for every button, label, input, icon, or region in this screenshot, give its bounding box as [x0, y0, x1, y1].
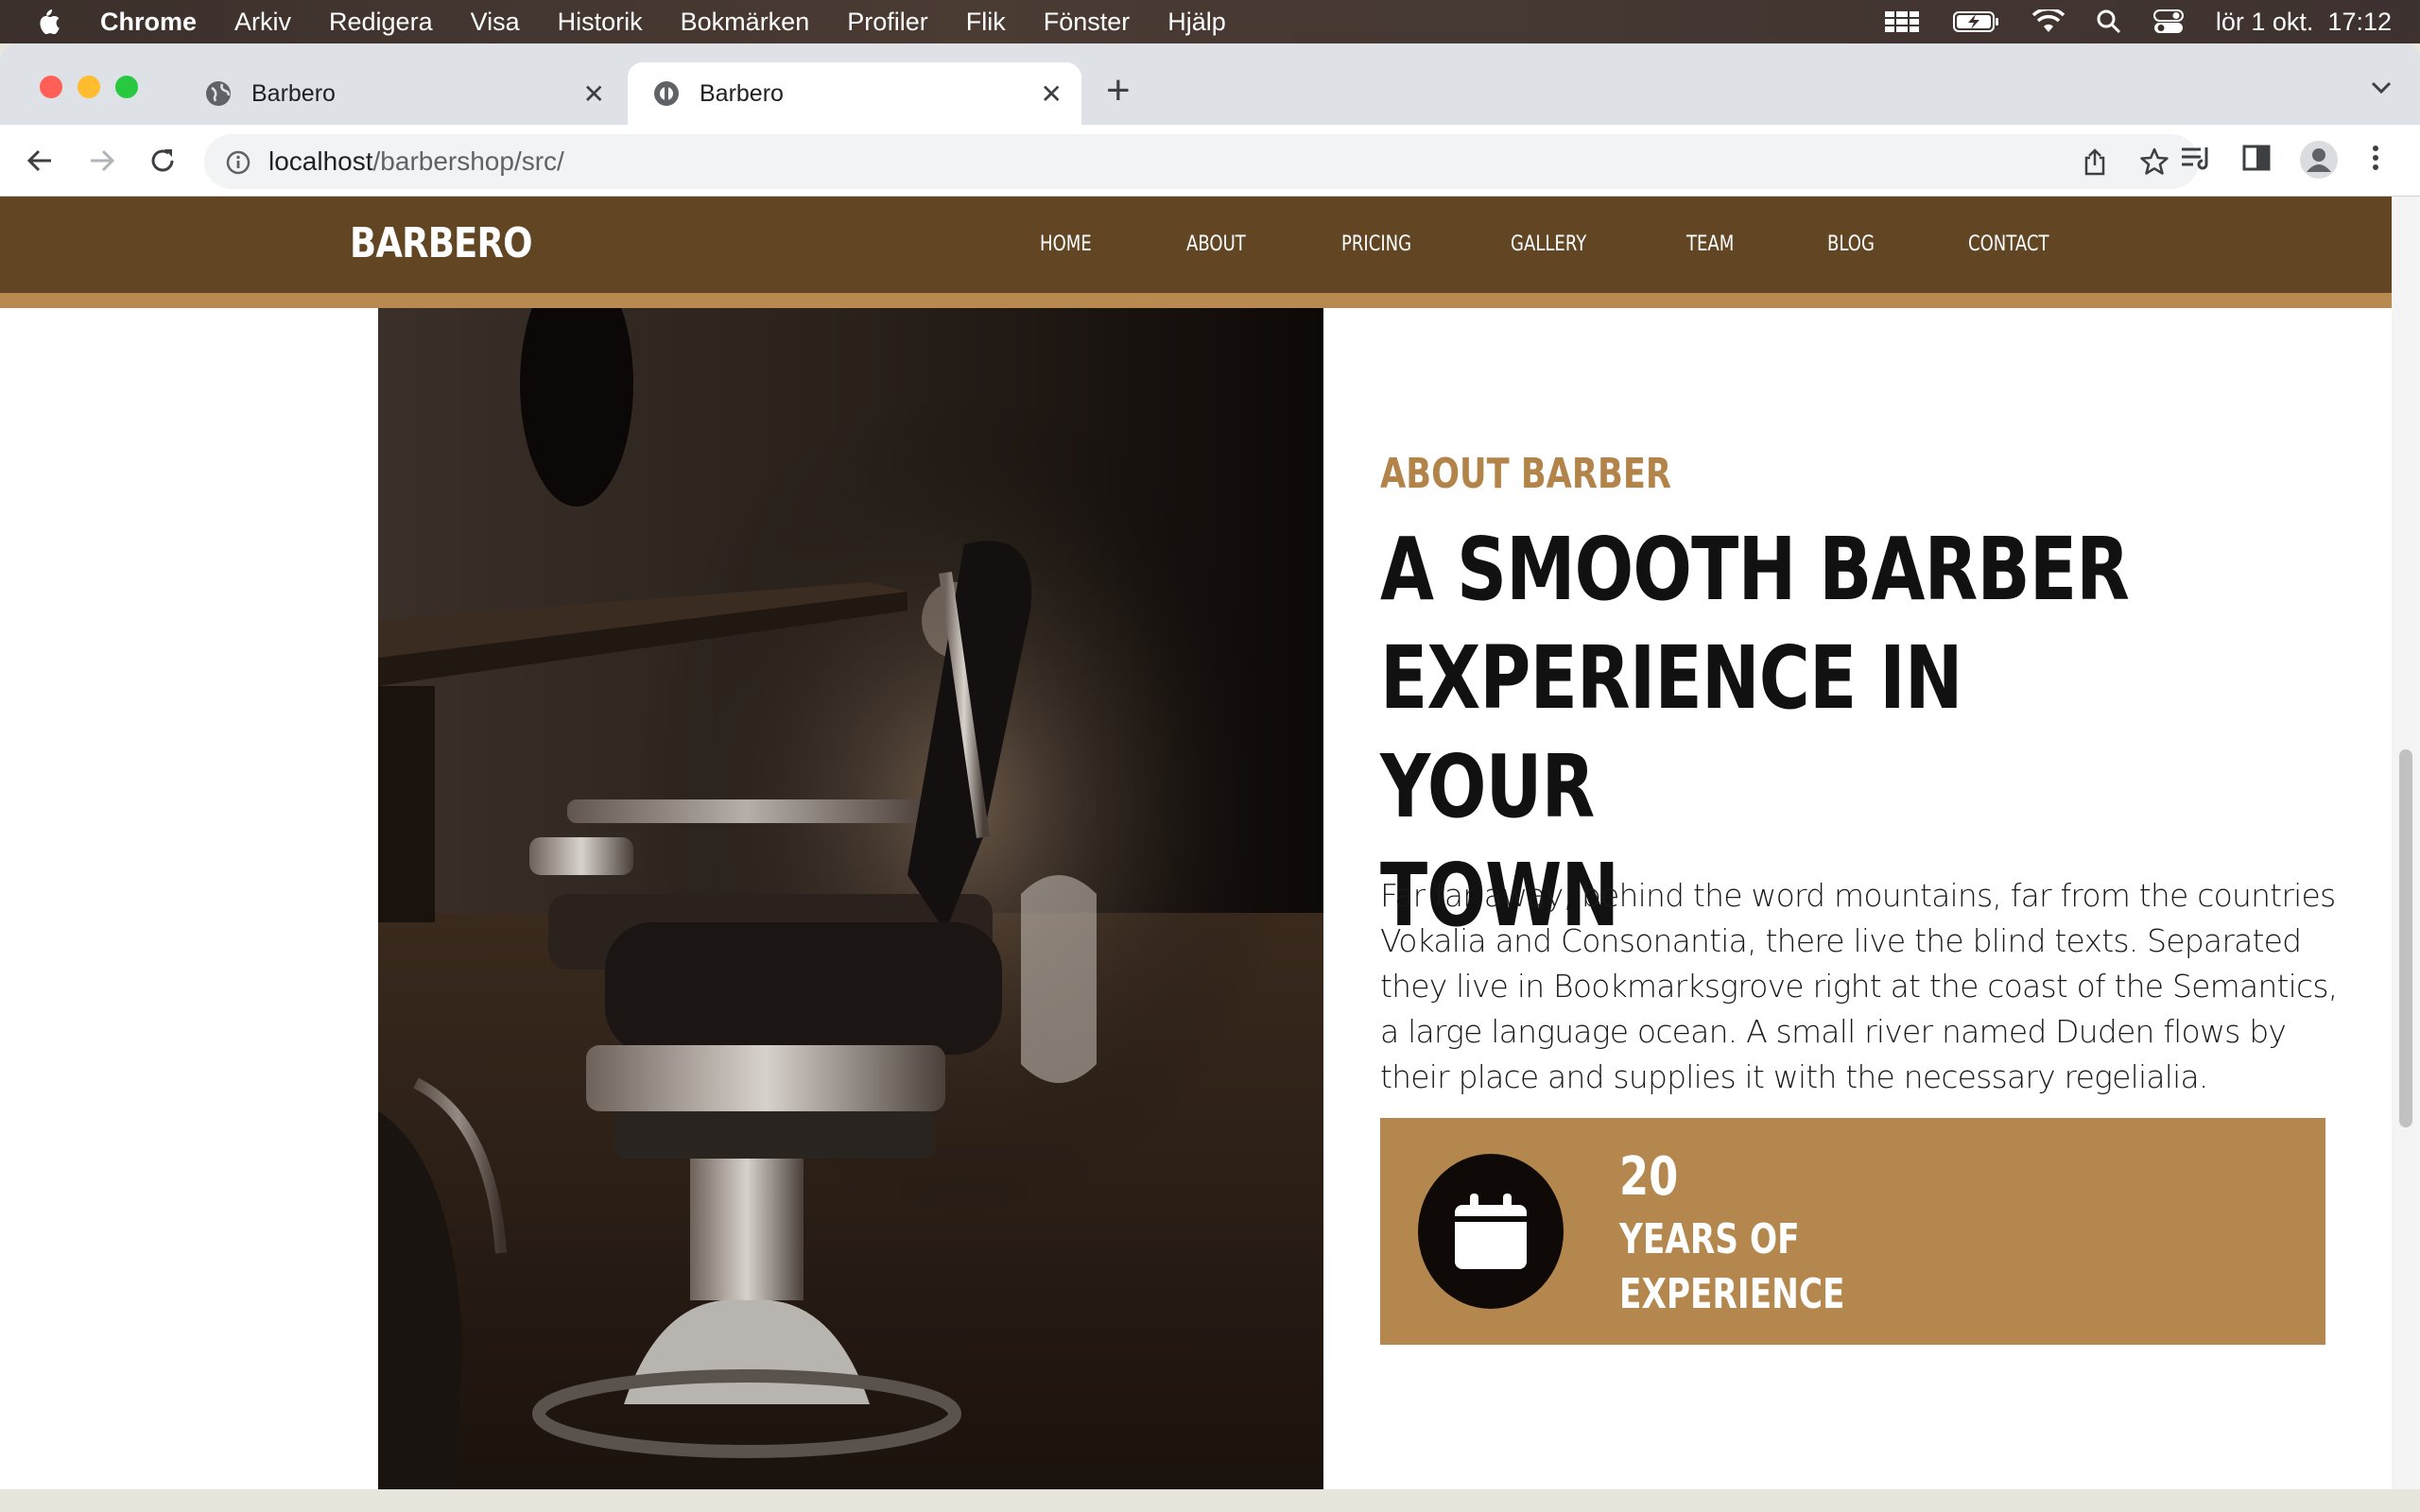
window-minimize-button[interactable] — [78, 76, 100, 98]
forward-arrow-icon[interactable] — [87, 146, 117, 180]
spotlight-search-icon[interactable] — [2097, 9, 2121, 34]
url-host: localhost — [268, 146, 373, 176]
nav-gallery[interactable]: GALLERY — [1511, 232, 1586, 256]
stat-label-line: YEARS OF — [1619, 1215, 1800, 1263]
barber-favicon-icon — [654, 81, 679, 106]
site-nav-links: HOME ABOUT PRICING GALLERY TEAM BLOG CON… — [1040, 232, 2150, 256]
macos-menu-bar: Chrome Arkiv Redigera Visa Historik Bokm… — [0, 0, 2420, 43]
browser-toolbar: localhost/barbershop/src/ — [0, 125, 2420, 197]
menu-profiler[interactable]: Profiler — [847, 8, 928, 37]
stat-number: 20 — [1619, 1146, 1679, 1208]
nav-pricing[interactable]: PRICING — [1341, 232, 1411, 256]
menu-redigera[interactable]: Redigera — [329, 8, 433, 37]
paragraph-line: Far far away, behind the word mountains,… — [1380, 877, 2336, 914]
tab-title: Barbero — [700, 79, 784, 107]
nav-contact[interactable]: CONTACT — [1968, 232, 2049, 256]
url-path: /barbershop/src/ — [372, 146, 564, 176]
profile-avatar-icon[interactable] — [2299, 140, 2339, 184]
battery-icon[interactable] — [1952, 10, 2000, 33]
nav-home[interactable]: HOME — [1040, 232, 1092, 256]
wifi-icon[interactable] — [2031, 9, 2065, 34]
reload-icon[interactable] — [147, 146, 178, 180]
calendar-icon-circle — [1418, 1154, 1564, 1309]
paragraph-line: a large language ocean. A small river na… — [1380, 1013, 2287, 1050]
url-text[interactable]: localhost/barbershop/src/ — [268, 146, 564, 177]
about-paragraph: Far far away, behind the word mountains,… — [1380, 873, 2338, 1100]
tab-search-chevron-icon[interactable] — [2371, 81, 2392, 99]
kebab-menu-icon[interactable] — [2371, 144, 2380, 177]
menu-visa[interactable]: Visa — [471, 8, 520, 37]
browser-tab-1[interactable]: Barbero ✕ — [180, 62, 624, 125]
side-panel-icon[interactable] — [2242, 144, 2271, 177]
share-icon[interactable] — [2082, 147, 2108, 180]
window-zoom-button[interactable] — [115, 76, 138, 98]
headline-line: A SMOOTH BARBER — [1380, 519, 2130, 620]
stat-label: YEARS OF EXPERIENCE — [1619, 1212, 1844, 1322]
control-center-icon[interactable] — [2152, 9, 2184, 34]
browser-tab-strip: Barbero ✕ Barbero ✕ + — [0, 43, 2420, 125]
reading-list-icon[interactable] — [2180, 144, 2212, 177]
navbar-accent-stripe — [0, 293, 2392, 308]
nav-team[interactable]: TEAM — [1686, 232, 1734, 256]
paragraph-line: they live in Bookmarksgrove right at the… — [1380, 968, 2338, 1005]
calendar-icon — [1455, 1194, 1527, 1269]
menu-arkiv[interactable]: Arkiv — [234, 8, 291, 37]
stat-label-line: EXPERIENCE — [1619, 1270, 1845, 1318]
bookmark-star-icon[interactable] — [2140, 147, 2169, 180]
menu-app-name[interactable]: Chrome — [100, 8, 197, 37]
back-arrow-icon[interactable] — [25, 146, 55, 180]
tab-close-icon[interactable]: ✕ — [583, 78, 605, 110]
menu-historik[interactable]: Historik — [558, 8, 643, 37]
nav-blog[interactable]: BLOG — [1827, 232, 1875, 256]
site-info-icon[interactable] — [225, 149, 251, 180]
section-kicker: ABOUT BARBER — [1380, 450, 1671, 498]
experience-stat-box: 20 YEARS OF EXPERIENCE — [1380, 1118, 2325, 1345]
address-bar[interactable]: localhost/barbershop/src/ — [204, 134, 2199, 189]
globe-icon — [206, 81, 231, 106]
new-tab-plus-icon[interactable]: + — [1106, 70, 1131, 112]
site-navbar: BARBERO HOME ABOUT PRICING GALLERY TEAM … — [0, 197, 2392, 308]
apple-menu-icon[interactable] — [34, 7, 87, 37]
menu-fonster[interactable]: Fönster — [1044, 8, 1131, 37]
menubar-datetime[interactable]: lör 1 okt. 17:12 — [2216, 8, 2392, 37]
tab-title: Barbero — [251, 79, 336, 107]
headline-line: EXPERIENCE IN YOUR — [1380, 627, 1962, 837]
barber-chair-photo — [378, 308, 1323, 1489]
stacks-icon[interactable] — [1883, 9, 1921, 34]
menu-hjalp[interactable]: Hjälp — [1167, 8, 1226, 37]
page-viewport: BARBERO HOME ABOUT PRICING GALLERY TEAM … — [0, 197, 2392, 1489]
paragraph-line: Vokalia and Consonantia, there live the … — [1380, 922, 2302, 959]
scrollbar-thumb[interactable] — [2399, 749, 2412, 1127]
menu-flik[interactable]: Flik — [966, 8, 1006, 37]
tab-close-icon[interactable]: ✕ — [1041, 78, 1063, 110]
window-bottom-edge — [0, 1489, 2420, 1512]
window-close-button[interactable] — [40, 76, 62, 98]
page-scrollbar[interactable] — [2392, 197, 2420, 1489]
menu-bokmarken[interactable]: Bokmärken — [681, 8, 810, 37]
nav-about[interactable]: ABOUT — [1186, 232, 1246, 256]
site-logo[interactable]: BARBERO — [350, 219, 533, 267]
paragraph-line: their place and supplies it with the nec… — [1380, 1058, 2208, 1095]
browser-tab-2-active[interactable]: Barbero ✕ — [628, 62, 1081, 125]
